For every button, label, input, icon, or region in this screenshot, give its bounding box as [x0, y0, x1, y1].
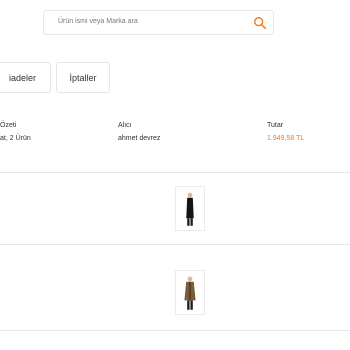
search-icon[interactable] — [253, 16, 267, 30]
search-box[interactable]: Ürün ismi veya Marka ara — [43, 10, 274, 35]
search-input[interactable]: Ürün ismi veya Marka ara — [58, 18, 138, 25]
buyer-label: Alıcı — [118, 122, 132, 129]
buyer-value: ahmet devrez — [118, 135, 161, 142]
tab-cancellations-label: İptaller — [69, 72, 97, 83]
tab-returns-label: iadeler — [8, 72, 37, 83]
summary-label: Özeti — [0, 122, 17, 129]
amount-label: Tutar — [267, 122, 284, 129]
brown-jacket-product-image — [176, 271, 204, 314]
summary-value: at, 2 Ürün — [0, 135, 31, 142]
product-image[interactable] — [175, 186, 205, 231]
tab-cancellations[interactable]: İptaller — [56, 62, 110, 93]
divider — [0, 330, 350, 331]
tab-returns[interactable]: iadeler — [0, 62, 51, 93]
amount-value: 1.949,58 TL — [267, 135, 305, 142]
divider — [0, 172, 350, 173]
product-image[interactable] — [175, 270, 205, 315]
order-summary: Özeti at, 2 Ürün Alıcı ahmet devrez Tuta… — [0, 108, 350, 168]
black-vest-product-image — [176, 187, 204, 230]
divider — [0, 244, 350, 245]
